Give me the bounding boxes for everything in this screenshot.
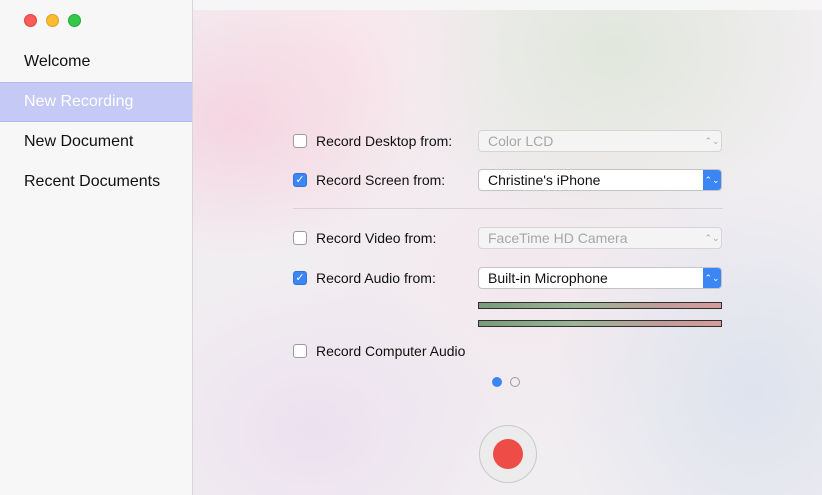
page-dot-1[interactable] bbox=[492, 377, 502, 387]
sidebar: Welcome New Recording New Document Recen… bbox=[0, 0, 193, 495]
record-audio-label: Record Audio from: bbox=[316, 270, 436, 286]
page-dot-2[interactable] bbox=[510, 377, 520, 387]
video-source-value: FaceTime HD Camera bbox=[488, 230, 628, 246]
sidebar-item-label: Welcome bbox=[24, 53, 91, 70]
record-video-checkbox[interactable] bbox=[293, 231, 307, 245]
audio-source-value: Built-in Microphone bbox=[488, 270, 608, 286]
audio-level-meter-left bbox=[478, 302, 722, 309]
audio-source-select[interactable]: Built-in Microphone ⌃⌄ bbox=[478, 267, 722, 289]
record-button[interactable] bbox=[479, 425, 537, 483]
video-source-select[interactable]: FaceTime HD Camera ⌃⌄ bbox=[478, 227, 722, 249]
zoom-window-icon[interactable] bbox=[68, 14, 81, 27]
stepper-arrows-icon: ⌃⌄ bbox=[704, 135, 720, 146]
desktop-source-value: Color LCD bbox=[488, 133, 554, 149]
sidebar-item-label: Recent Documents bbox=[24, 173, 161, 190]
minimize-window-icon[interactable] bbox=[46, 14, 59, 27]
sidebar-item-recent-documents[interactable]: Recent Documents bbox=[0, 162, 192, 202]
record-icon bbox=[493, 439, 523, 469]
section-divider bbox=[293, 208, 723, 209]
record-desktop-label: Record Desktop from: bbox=[316, 133, 453, 149]
sidebar-item-new-recording[interactable]: New Recording bbox=[0, 82, 192, 122]
record-video-label: Record Video from: bbox=[316, 230, 437, 246]
stepper-arrows-icon: ⌃⌄ bbox=[704, 232, 720, 243]
sidebar-item-label: New Document bbox=[24, 133, 134, 150]
record-computer-audio-checkbox[interactable] bbox=[293, 344, 307, 358]
stepper-arrows-icon: ⌃⌄ bbox=[703, 170, 721, 190]
record-desktop-checkbox[interactable] bbox=[293, 134, 307, 148]
checkmark-icon: ✓ bbox=[295, 173, 305, 186]
record-video-row: Record Video from: FaceTime HD Camera ⌃⌄ bbox=[293, 226, 723, 250]
window-controls bbox=[24, 14, 81, 27]
record-computer-audio-row: Record Computer Audio bbox=[293, 339, 723, 363]
stepper-arrows-icon: ⌃⌄ bbox=[703, 268, 721, 288]
app-window: Welcome New Recording New Document Recen… bbox=[0, 0, 822, 495]
record-screen-row: ✓ Record Screen from: Christine's iPhone… bbox=[293, 168, 723, 192]
record-computer-audio-label: Record Computer Audio bbox=[316, 343, 466, 359]
record-audio-checkbox[interactable]: ✓ bbox=[293, 271, 307, 285]
sidebar-item-new-document[interactable]: New Document bbox=[0, 122, 192, 162]
sidebar-item-welcome[interactable]: Welcome bbox=[0, 42, 192, 82]
checkmark-icon: ✓ bbox=[295, 271, 305, 284]
sidebar-item-label: New Recording bbox=[24, 93, 134, 110]
desktop-source-select[interactable]: Color LCD ⌃⌄ bbox=[478, 130, 722, 152]
screen-source-value: Christine's iPhone bbox=[488, 172, 601, 188]
page-indicator bbox=[492, 377, 520, 387]
record-audio-row: ✓ Record Audio from: Built-in Microphone… bbox=[293, 266, 723, 290]
screen-source-select[interactable]: Christine's iPhone ⌃⌄ bbox=[478, 169, 722, 191]
close-window-icon[interactable] bbox=[24, 14, 37, 27]
audio-level-meter-right bbox=[478, 320, 722, 327]
recording-panel: Record Desktop from: Color LCD ⌃⌄ ✓ Reco… bbox=[193, 10, 822, 495]
record-screen-label: Record Screen from: bbox=[316, 172, 446, 188]
record-desktop-row: Record Desktop from: Color LCD ⌃⌄ bbox=[293, 129, 723, 153]
record-screen-checkbox[interactable]: ✓ bbox=[293, 173, 307, 187]
